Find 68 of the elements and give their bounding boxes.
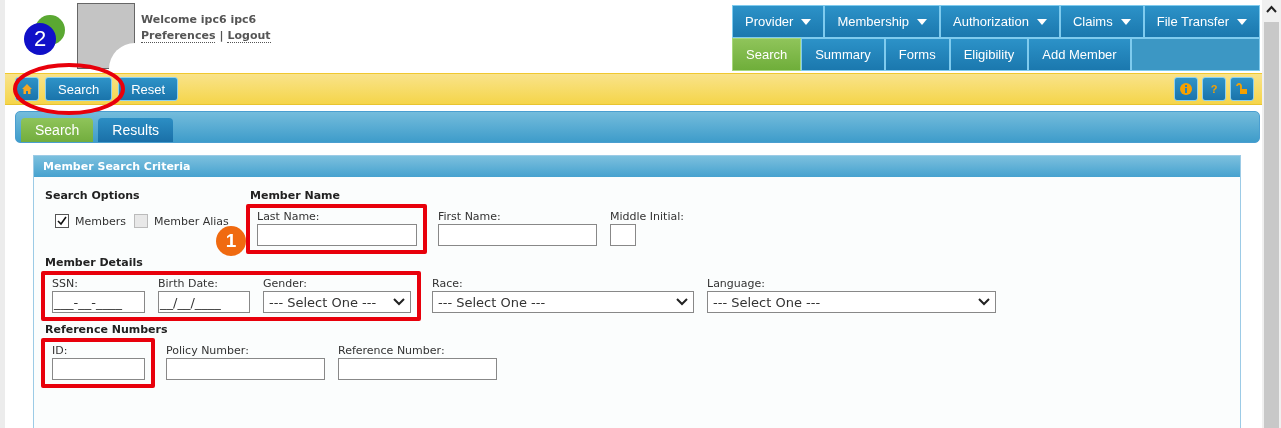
nav-menu[interactable]: File Transfer <box>1143 5 1260 38</box>
select-value: --- Select One --- <box>713 294 821 310</box>
section-title: Member Details <box>45 256 144 269</box>
annotation-badge: 1 <box>216 226 246 256</box>
nav-tab[interactable]: Search <box>732 38 802 71</box>
logout-link[interactable]: Logout <box>227 29 271 43</box>
input-field[interactable] <box>438 224 597 246</box>
checkbox-label: Member Alias <box>154 214 229 228</box>
field-label: First Name: <box>438 210 502 223</box>
section-title: Member Name <box>250 189 341 202</box>
select-value: --- Select One --- <box>269 294 377 310</box>
nav-menu[interactable]: Authorization <box>940 5 1060 38</box>
select-value: --- Select One --- <box>438 294 546 310</box>
checkbox[interactable] <box>134 214 148 228</box>
input-field[interactable] <box>166 358 325 380</box>
nav-menu[interactable]: Claims <box>1059 5 1144 38</box>
select-field[interactable]: --- Select One --- <box>263 291 411 313</box>
welcome-text: Welcome ipc6 ipc6 <box>141 13 258 26</box>
house-icon <box>22 84 32 94</box>
field-label: ID: <box>52 344 69 357</box>
unlock-icon <box>1236 83 1248 95</box>
caret-icon <box>1036 18 1047 25</box>
checkbox[interactable] <box>55 214 69 228</box>
info-button[interactable] <box>1174 77 1198 101</box>
select-field[interactable]: --- Select One --- <box>432 291 694 313</box>
panel-title: Member Search Criteria <box>34 156 1240 177</box>
link-separator: | <box>219 29 224 43</box>
lock-button[interactable] <box>1230 77 1254 101</box>
nav-menu[interactable]: Membership <box>824 5 940 38</box>
caret-icon <box>1120 18 1131 25</box>
field-label: Language: <box>707 277 766 290</box>
field-label: SSN: <box>52 277 79 290</box>
field-label: Last Name: <box>257 210 321 223</box>
field-label: Race: <box>432 277 464 290</box>
input-field[interactable] <box>338 358 497 380</box>
annotation-badge: 2 <box>24 23 56 55</box>
select-field[interactable]: --- Select One --- <box>707 291 996 313</box>
caret-icon <box>917 18 927 25</box>
scrollbar-thumb[interactable] <box>1264 22 1279 428</box>
nav-tab[interactable]: Summary <box>801 38 885 71</box>
caret-icon <box>1236 18 1247 25</box>
field-label: Gender: <box>263 277 309 290</box>
toolbar-button[interactable]: Search <box>45 77 113 101</box>
field-label: Birth Date: <box>158 277 219 290</box>
nav-tab[interactable]: Forms <box>884 38 950 71</box>
input-field[interactable]: ___-__-____ <box>52 291 145 313</box>
input-field[interactable] <box>52 358 145 380</box>
chevron-down-icon <box>978 298 990 306</box>
nav-tab[interactable]: Eligibility <box>949 38 1029 71</box>
preferences-link[interactable]: Preferences <box>141 29 216 43</box>
field-label: Middle Initial: <box>610 210 684 223</box>
info-icon <box>1180 83 1192 95</box>
section-title: Reference Numbers <box>45 323 169 336</box>
chevron-down-icon <box>393 298 405 306</box>
input-field[interactable] <box>610 224 636 246</box>
nav-tab[interactable]: Add Member <box>1028 38 1131 71</box>
input-field[interactable]: __/__/____ <box>158 291 250 313</box>
page-tab[interactable]: Search <box>21 118 94 142</box>
nav-menu[interactable]: Provider <box>732 5 825 38</box>
page-tab[interactable]: Results <box>98 118 174 142</box>
field-label: Policy Number: <box>166 344 250 357</box>
checkbox-label: Members <box>75 214 126 228</box>
field-label: Reference Number: <box>338 344 446 357</box>
input-field[interactable] <box>257 224 417 246</box>
caret-icon <box>801 18 812 25</box>
chevron-down-icon <box>676 298 688 306</box>
toolbar-button[interactable]: Reset <box>118 77 179 101</box>
section-title: Search Options <box>45 189 141 202</box>
